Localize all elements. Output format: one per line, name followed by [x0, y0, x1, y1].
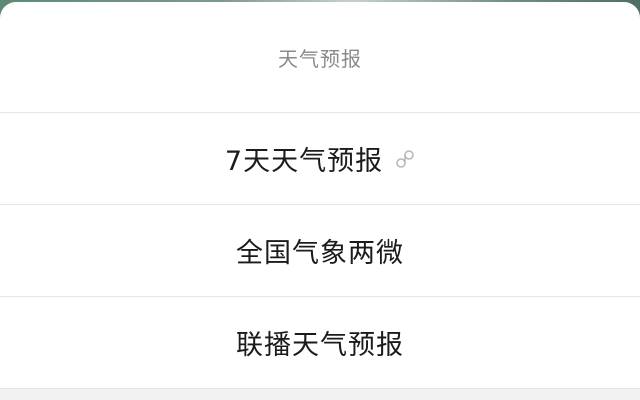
menu-item-label: 全国气象两微	[236, 238, 404, 269]
menu-item-7-day-forecast[interactable]: 7天天气预报	[0, 113, 640, 205]
action-sheet-title: 天气预报	[0, 2, 640, 113]
mini-program-link-icon	[395, 149, 415, 169]
menu-item-label: 联播天气预报	[236, 330, 404, 361]
menu-item-cctv-weather-forecast[interactable]: 联播天气预报	[0, 297, 640, 389]
action-sheet: 天气预报 7天天气预报 全国气象两微 联播天气预报	[0, 2, 640, 400]
screen: 天气预报 7天天气预报 全国气象两微 联播天气预报	[0, 0, 640, 400]
separator-strip	[0, 389, 640, 400]
menu-item-national-weather-weibo-wechat[interactable]: 全国气象两微	[0, 205, 640, 297]
menu-item-label: 7天天气预报	[224, 146, 384, 177]
